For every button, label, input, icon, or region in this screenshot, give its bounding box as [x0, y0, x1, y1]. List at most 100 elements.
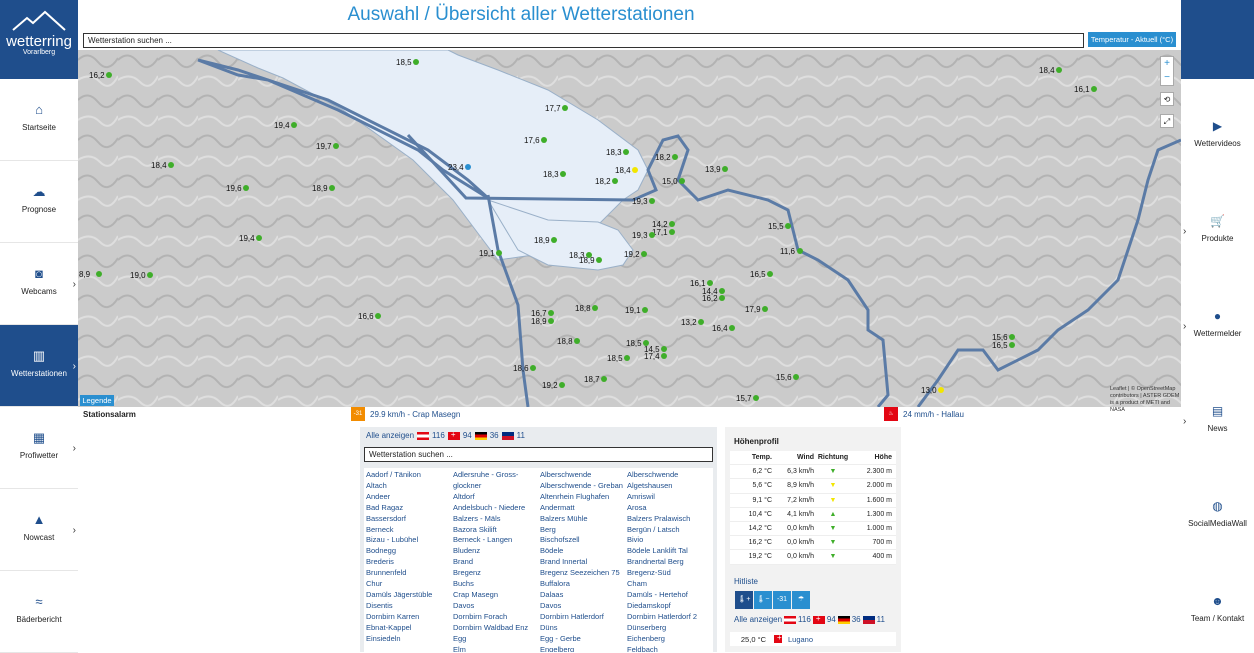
station-link[interactable]: Brand	[453, 557, 539, 568]
station-marker[interactable]	[719, 288, 725, 294]
station-link[interactable]: Dornbirn Waldbad Enz	[453, 623, 539, 634]
station-link[interactable]: Dornbirn Hatlerdorf 2	[627, 612, 713, 623]
station-marker[interactable]	[624, 355, 630, 361]
station-link[interactable]: Düns	[540, 623, 626, 634]
station-marker[interactable]	[413, 59, 419, 65]
station-marker[interactable]	[559, 382, 565, 388]
nav-item-nowcast[interactable]: ▲ Nowcast ›	[0, 489, 78, 571]
station-value[interactable]: 18,9	[312, 184, 328, 193]
station-link[interactable]: Balzers Mühle	[540, 514, 626, 525]
station-list-search-input[interactable]: Wetterstation suchen ...	[364, 447, 713, 462]
station-marker[interactable]	[96, 271, 102, 277]
station-link[interactable]: Egg - Gerbe	[540, 634, 626, 645]
station-marker[interactable]	[329, 185, 335, 191]
station-link[interactable]: Bizau - Lubühel	[366, 535, 452, 546]
station-link[interactable]: Bivio	[627, 535, 713, 546]
right-nav-item-wettermelder[interactable]: ● Wettermelder ›	[1181, 285, 1254, 367]
station-link[interactable]: glockner	[453, 481, 539, 492]
station-link[interactable]: Berneck - Langen	[453, 535, 539, 546]
station-value[interactable]: 17,9	[745, 305, 761, 314]
austria-flag-icon[interactable]	[417, 431, 430, 440]
station-value[interactable]: 18,5	[607, 354, 623, 363]
station-value[interactable]: 15,7	[736, 394, 752, 403]
temperature-select-button[interactable]: Temperatur - Aktuell (°C)	[1088, 32, 1176, 47]
station-link[interactable]: Berg	[540, 525, 626, 536]
right-nav-item-produkte[interactable]: 🛒 Produkte ›	[1181, 190, 1254, 272]
liechtenstein-flag-icon[interactable]	[501, 431, 514, 440]
station-value[interactable]: 18,3	[606, 148, 622, 157]
swiss-flag-icon[interactable]	[812, 614, 825, 624]
station-link[interactable]: Ebnat-Kappel	[366, 623, 452, 634]
station-value[interactable]: 16,2	[702, 294, 718, 303]
germany-flag-icon[interactable]	[474, 431, 487, 440]
station-link[interactable]: Aadorf / Tänikon	[366, 470, 452, 481]
station-link[interactable]: Cham	[627, 579, 713, 590]
alarm-rain[interactable]: ♨ 24 mm/h - Hallau	[884, 407, 964, 421]
station-marker[interactable]	[762, 306, 768, 312]
station-marker[interactable]	[649, 232, 655, 238]
station-value[interactable]: 19,2	[624, 250, 640, 259]
station-link[interactable]: Adlersruhe - Gross-	[453, 470, 539, 481]
station-link[interactable]: Buchs	[453, 579, 539, 590]
station-link[interactable]: Diedamskopf	[627, 601, 713, 612]
station-marker[interactable]	[291, 122, 297, 128]
station-value[interactable]: 16,6	[358, 312, 374, 321]
nav-item-webcams[interactable]: ◙ Webcams ›	[0, 243, 78, 325]
station-marker[interactable]	[256, 235, 262, 241]
station-link[interactable]: Bregenz	[453, 568, 539, 579]
station-marker[interactable]	[793, 374, 799, 380]
station-marker[interactable]	[753, 395, 759, 401]
right-nav-item-team-kontakt[interactable]: ☻ Team / Kontakt	[1181, 570, 1254, 652]
station-link[interactable]: Bad Ragaz	[366, 503, 452, 514]
station-link[interactable]: Andermatt	[540, 503, 626, 514]
station-value[interactable]: 17,6	[524, 136, 540, 145]
station-value[interactable]: 16,1	[1074, 85, 1090, 94]
station-value[interactable]: 15,5	[768, 222, 784, 231]
station-link[interactable]: Bergün / Latsch	[627, 525, 713, 536]
hitliste-row[interactable]: 25,0 °C Lugano	[730, 632, 896, 646]
station-marker[interactable]	[147, 272, 153, 278]
station-marker[interactable]	[722, 166, 728, 172]
station-marker[interactable]	[649, 198, 655, 204]
swiss-flag-icon[interactable]	[447, 430, 460, 440]
station-link[interactable]: Damüls Jägerstüble	[366, 590, 452, 601]
station-value[interactable]: 16,5	[750, 270, 766, 279]
station-value[interactable]: 8,9	[79, 270, 91, 279]
station-link[interactable]: Andeer	[366, 492, 452, 503]
station-value[interactable]: 13,2	[681, 318, 697, 327]
chevron-right-icon[interactable]: ›	[1183, 416, 1186, 427]
right-nav-item-news[interactable]: ▤ News ›	[1181, 380, 1254, 462]
station-value[interactable]: 18,2	[595, 177, 611, 186]
chevron-right-icon[interactable]: ›	[73, 443, 76, 454]
station-marker[interactable]	[548, 318, 554, 324]
station-value[interactable]: 19,2	[542, 381, 558, 390]
station-value[interactable]: 18,4	[615, 166, 631, 175]
station-link[interactable]: Eichenberg	[627, 634, 713, 645]
station-value[interactable]: 18,9	[531, 317, 547, 326]
nav-item-profiwetter[interactable]: ▦ Profiwetter ›	[0, 407, 78, 489]
station-marker[interactable]	[541, 137, 547, 143]
station-marker[interactable]	[375, 313, 381, 319]
station-value[interactable]: 18,8	[557, 337, 573, 346]
zoom-control[interactable]: + −	[1160, 56, 1174, 86]
right-nav-item-wettervideos[interactable]: ▶ Wettervideos	[1181, 95, 1254, 177]
station-link[interactable]: Dornbirn Forach	[453, 612, 539, 623]
station-value[interactable]: 15,6	[776, 373, 792, 382]
station-search-input[interactable]: Wetterstation suchen ...	[83, 33, 1084, 48]
hit-station[interactable]: Lugano	[788, 635, 813, 644]
station-link[interactable]: Algetshausen	[627, 481, 713, 492]
station-value[interactable]: 16,5	[992, 341, 1008, 350]
station-value[interactable]: 19,4	[239, 234, 255, 243]
station-value[interactable]: 17,4	[644, 352, 660, 361]
station-value[interactable]: 16,2	[89, 71, 105, 80]
station-link[interactable]: Buffalora	[540, 579, 626, 590]
station-marker[interactable]	[767, 271, 773, 277]
station-marker[interactable]	[1091, 86, 1097, 92]
liechtenstein-flag-icon[interactable]	[862, 615, 875, 624]
station-marker[interactable]	[661, 353, 667, 359]
station-marker[interactable]	[669, 221, 675, 227]
station-value[interactable]: 18,4	[151, 161, 167, 170]
station-marker[interactable]	[642, 307, 648, 313]
station-link[interactable]: Bludenz	[453, 546, 539, 557]
station-value[interactable]: 19,1	[625, 306, 641, 315]
